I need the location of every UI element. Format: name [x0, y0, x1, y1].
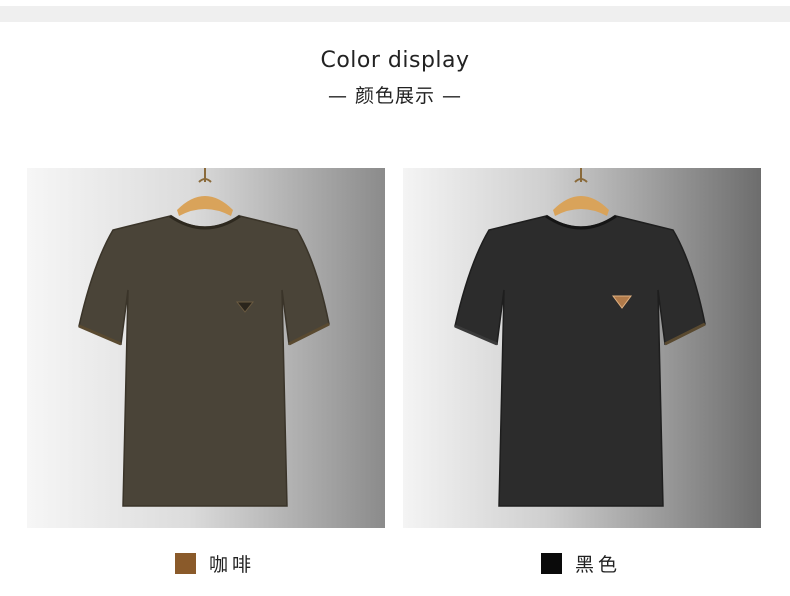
tshirt-coffee-illustration [78, 168, 330, 507]
product-image-black [403, 168, 761, 528]
color-option-coffee: 咖啡 [175, 551, 256, 576]
heading-chinese: — 颜色展示 — [327, 85, 463, 107]
color-label-coffee: 咖啡 [209, 553, 256, 576]
hanger-icon [177, 168, 233, 216]
shirt-body [454, 215, 706, 507]
heading-english: Color display [320, 48, 470, 73]
hanger-icon [553, 168, 609, 216]
color-swatch-black [541, 552, 562, 574]
product-image-coffee [27, 168, 385, 528]
color-label-black: 黑色 [575, 553, 622, 576]
color-swatch-coffee [175, 552, 196, 574]
section-heading: Color display — 颜色展示 — [0, 48, 790, 108]
shirt-body [78, 215, 330, 507]
tshirt-black-illustration [454, 168, 706, 507]
color-option-black: 黑色 [541, 551, 622, 576]
top-divider-bar [0, 6, 790, 22]
